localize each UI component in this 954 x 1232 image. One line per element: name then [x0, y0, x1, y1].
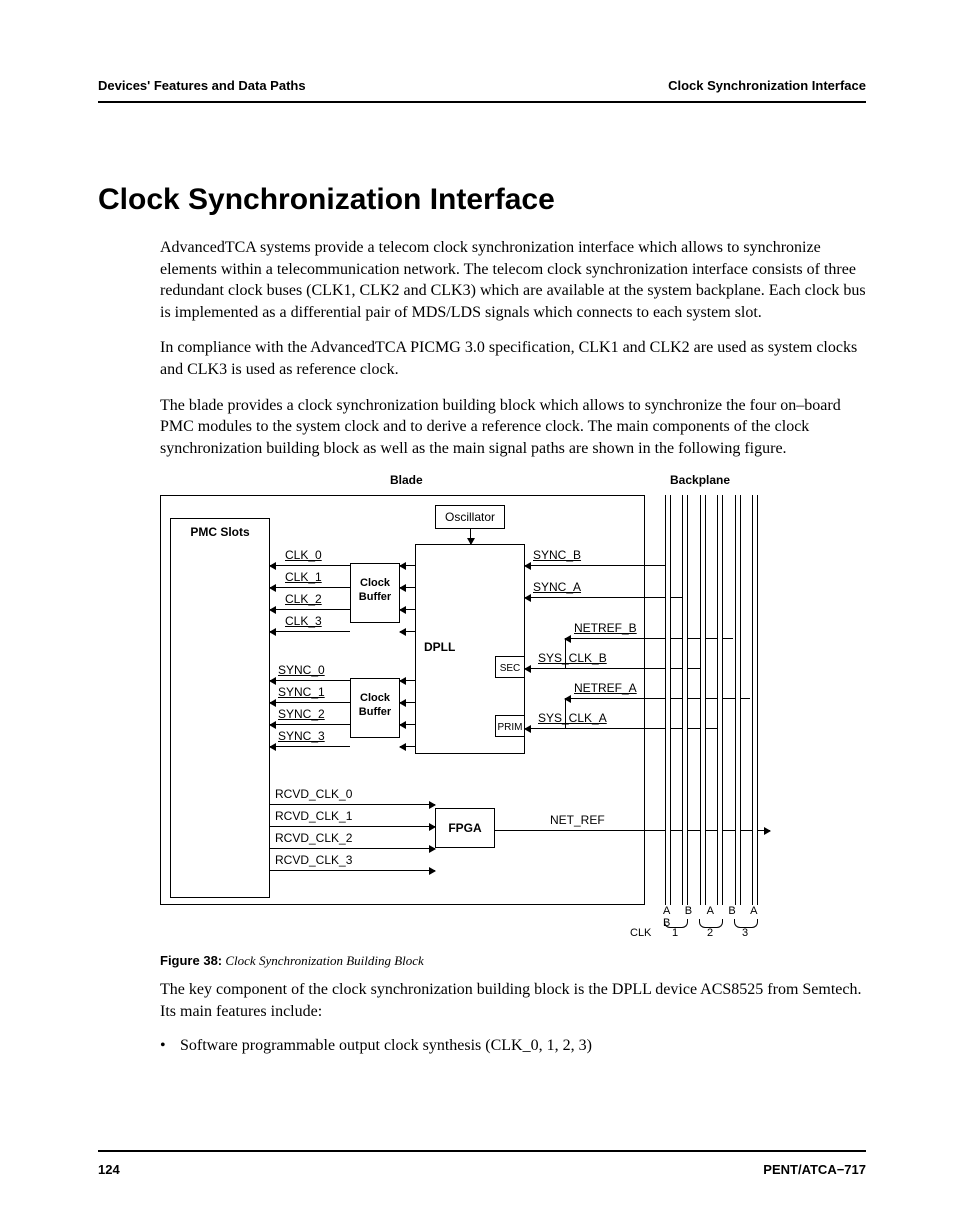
clock-buffer-1-label: Clock Buffer — [351, 576, 399, 604]
rcvd2-label: RCVD_CLK_2 — [275, 831, 352, 845]
clk1-label: CLK_1 — [285, 570, 322, 584]
backplane-bar-2a — [700, 495, 706, 905]
sec-box: SEC — [495, 656, 525, 678]
feature-item-1: Software programmable output clock synth… — [160, 1037, 866, 1055]
sec-label: SEC — [500, 659, 521, 679]
netrefb-label: NETREF_B — [574, 621, 637, 635]
figure-label: Figure 38: — [160, 953, 222, 968]
header-right: Clock Synchronization Interface — [668, 78, 866, 93]
dpll-paragraph: The key component of the clock synchroni… — [160, 979, 866, 1022]
header-left: Devices' Features and Data Paths — [98, 78, 306, 93]
backplane-bar-2b — [717, 495, 723, 905]
buf1-dpll-line-1 — [400, 587, 415, 588]
clk-row-label: CLK — [630, 927, 651, 939]
backplane-bar-1b — [682, 495, 688, 905]
syncb-line — [525, 565, 665, 566]
sync3-label: SYNC_3 — [278, 729, 325, 743]
syncb-label: SYNC_B — [533, 548, 581, 562]
sync2-line — [270, 724, 350, 725]
oscillator-box: Oscillator — [435, 505, 505, 529]
sysclka-line — [525, 728, 717, 729]
clk-1-num: 1 — [672, 927, 678, 939]
rcvd2-line — [270, 848, 435, 849]
osc-to-dpll-line — [470, 529, 471, 544]
netref-line — [495, 830, 770, 831]
sync1-line — [270, 702, 350, 703]
page-header: Devices' Features and Data Paths Clock S… — [98, 78, 866, 103]
sysclkb-line — [525, 668, 700, 669]
clk1-line — [270, 587, 350, 588]
sync3-line — [270, 746, 350, 747]
rcvd0-line — [270, 804, 435, 805]
intro-paragraph-3: The blade provides a clock synchronizati… — [160, 395, 866, 460]
pmc-slots-box: PMC Slots — [170, 518, 270, 898]
sync0-line — [270, 680, 350, 681]
netref-label: NET_REF — [550, 813, 605, 827]
buf2-dpll-line-3 — [400, 746, 415, 747]
doc-id: PENT/ATCA−717 — [763, 1162, 866, 1177]
backplane-label: Backplane — [670, 473, 730, 487]
buf1-dpll-line-0 — [400, 565, 415, 566]
sysclkb-label: SYS_CLK_B — [538, 651, 607, 665]
synca-label: SYNC_A — [533, 580, 581, 594]
synca-line — [525, 597, 682, 598]
buf2-dpll-line-2 — [400, 724, 415, 725]
prim-box: PRIM — [495, 715, 525, 737]
intro-paragraph-2: In compliance with the AdvancedTCA PICMG… — [160, 337, 866, 380]
figure-38: Blade Backplane PMC Slots Oscillator DPL… — [160, 473, 866, 969]
backplane-bar-3b — [752, 495, 758, 905]
clock-buffer-2-label: Clock Buffer — [351, 691, 399, 719]
clk-2-num: 2 — [707, 927, 713, 939]
clk0-label: CLK_0 — [285, 548, 322, 562]
rcvd1-label: RCVD_CLK_1 — [275, 809, 352, 823]
sync1-label: SYNC_1 — [278, 685, 325, 699]
clock-buffer-1-box: Clock Buffer — [350, 563, 400, 623]
pmc-slots-label: PMC Slots — [190, 525, 249, 539]
clk-3-num: 3 — [742, 927, 748, 939]
oscillator-label: Oscillator — [445, 506, 495, 528]
fpga-box: FPGA — [435, 808, 495, 848]
clk3-label: CLK_3 — [285, 614, 322, 628]
prim-label: PRIM — [498, 718, 523, 738]
backplane-bar-3a — [735, 495, 741, 905]
rcvd3-line — [270, 870, 435, 871]
sync0-label: SYNC_0 — [278, 663, 325, 677]
clk3-line — [270, 631, 350, 632]
clk0-line — [270, 565, 350, 566]
figure-title: Clock Synchronization Building Block — [225, 953, 423, 968]
dpll-label: DPLL — [424, 640, 455, 654]
sysclka-label: SYS_CLK_A — [538, 711, 607, 725]
clk2-line — [270, 609, 350, 610]
fpga-label: FPGA — [448, 809, 481, 847]
clk2-label: CLK_2 — [285, 592, 322, 606]
netrefb-line — [565, 638, 733, 639]
clock-buffer-2-box: Clock Buffer — [350, 678, 400, 738]
buf1-dpll-line-2 — [400, 609, 415, 610]
rcvd1-line — [270, 826, 435, 827]
intro-paragraph-1: AdvancedTCA systems provide a telecom cl… — [160, 237, 866, 323]
page-number: 124 — [98, 1162, 120, 1177]
section-title: Clock Synchronization Interface — [98, 183, 866, 217]
figure-caption: Figure 38: Clock Synchronization Buildin… — [160, 953, 866, 969]
buf1-dpll-line-3 — [400, 631, 415, 632]
buf2-dpll-line-1 — [400, 702, 415, 703]
clock-sync-diagram: Blade Backplane PMC Slots Oscillator DPL… — [160, 473, 770, 943]
rcvd3-label: RCVD_CLK_3 — [275, 853, 352, 867]
rcvd0-label: RCVD_CLK_0 — [275, 787, 352, 801]
netrefa-label: NETREF_A — [574, 681, 637, 695]
blade-label: Blade — [390, 473, 423, 487]
sync2-label: SYNC_2 — [278, 707, 325, 721]
page-footer: 124 PENT/ATCA−717 — [98, 1150, 866, 1177]
buf2-dpll-line-0 — [400, 680, 415, 681]
backplane-bar-1a — [665, 495, 671, 905]
features-list: Software programmable output clock synth… — [160, 1037, 866, 1055]
